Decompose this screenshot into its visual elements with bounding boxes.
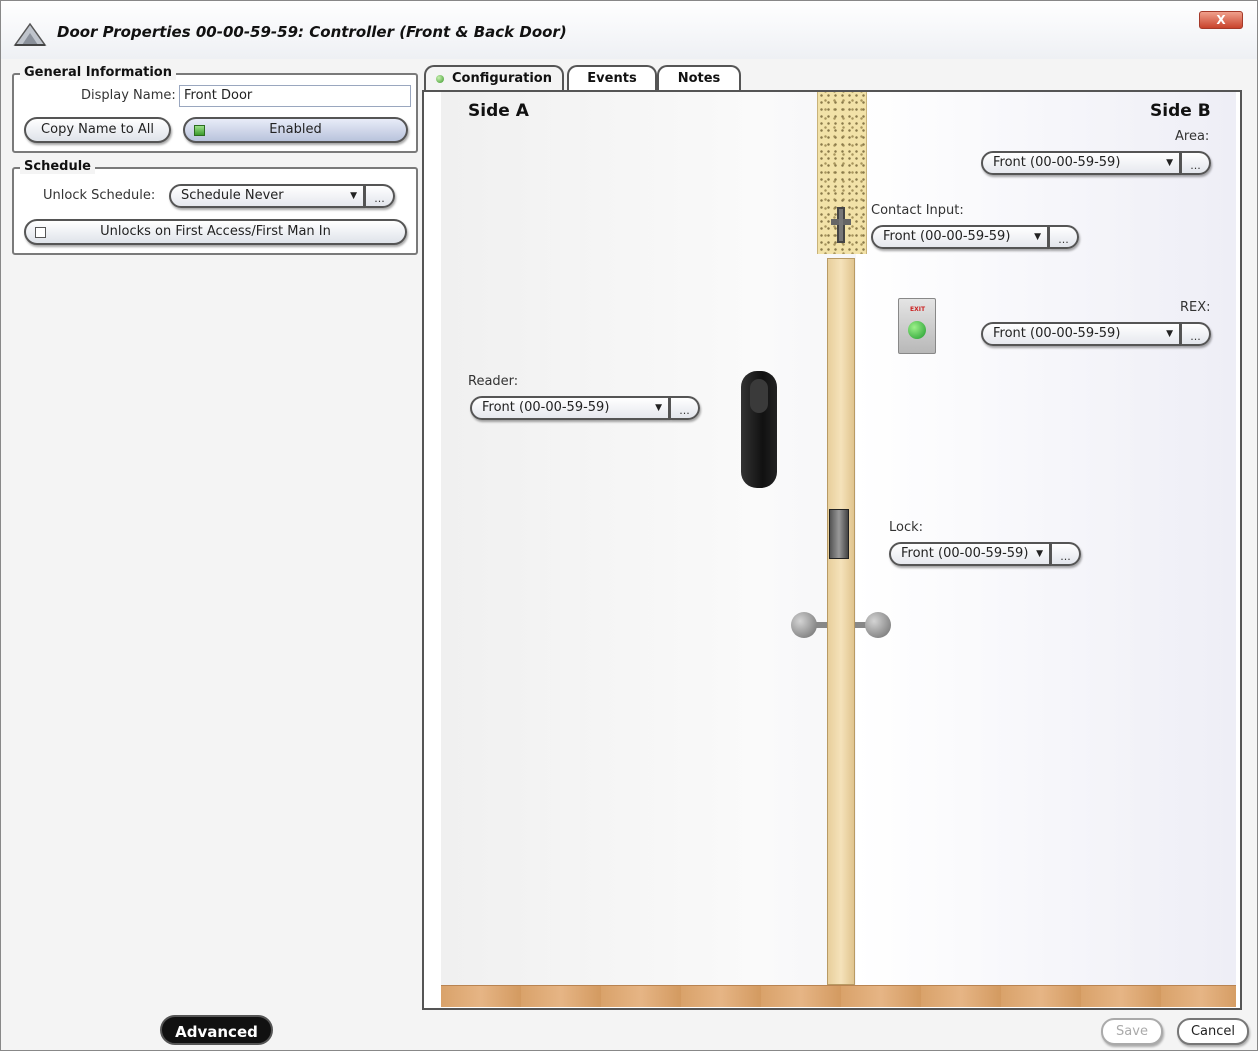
contact-input-label: Contact Input: <box>871 203 964 218</box>
first-access-checkbox-icon <box>35 227 46 238</box>
rex-plate-text: EXIT <box>910 306 926 313</box>
save-button[interactable]: Save <box>1101 1018 1163 1045</box>
status-dot-icon <box>436 74 445 83</box>
title-bar: Door Properties 00-00-59-59: Controller … <box>1 1 1257 59</box>
lock-strike-icon <box>829 509 849 559</box>
tab-events-label: Events <box>587 71 637 86</box>
close-button[interactable]: X <box>1199 11 1243 29</box>
tab-configuration-label: Configuration <box>452 71 552 86</box>
advanced-button[interactable]: Advanced <box>160 1015 273 1045</box>
area-value: Front (00-00-59-59) <box>993 155 1121 170</box>
rex-label: REX: <box>1180 300 1211 315</box>
card-reader-icon <box>741 371 777 488</box>
unlock-schedule-value: Schedule Never <box>181 188 284 203</box>
floor <box>441 985 1236 1007</box>
enabled-toggle[interactable]: Enabled <box>183 117 408 143</box>
chevron-down-icon: ▼ <box>350 191 357 201</box>
unlock-schedule-browse-button[interactable]: ... <box>365 184 395 208</box>
chevron-down-icon: ▼ <box>1166 158 1173 168</box>
general-information-legend: General Information <box>20 65 176 80</box>
unlocks-on-first-access-toggle[interactable]: Unlocks on First Access/First Man In <box>24 219 407 245</box>
rex-browse-button[interactable]: ... <box>1181 322 1211 346</box>
reader-label: Reader: <box>468 374 519 389</box>
enabled-checkbox-icon <box>194 125 205 136</box>
rex-dropdown[interactable]: Front (00-00-59-59) ▼ <box>981 322 1181 346</box>
area-browse-button[interactable]: ... <box>1181 151 1211 175</box>
schedule-legend: Schedule <box>20 159 95 174</box>
reader-browse-button[interactable]: ... <box>670 396 700 420</box>
tab-events[interactable]: Events <box>567 65 657 91</box>
door-knob-side-a-icon <box>791 612 817 638</box>
unlock-schedule-label: Unlock Schedule: <box>43 188 156 203</box>
contact-input-dropdown[interactable]: Front (00-00-59-59) ▼ <box>871 225 1049 249</box>
side-b-title: Side B <box>1150 101 1211 121</box>
door-knob-side-b-icon <box>865 612 891 638</box>
reader-value: Front (00-00-59-59) <box>482 400 610 415</box>
tab-notes[interactable]: Notes <box>657 65 741 91</box>
chevron-down-icon: ▼ <box>1166 329 1173 339</box>
tab-configuration[interactable]: Configuration <box>424 65 564 91</box>
first-access-label: Unlocks on First Access/First Man In <box>100 224 331 239</box>
lock-browse-button[interactable]: ... <box>1051 542 1081 566</box>
app-logo-icon <box>13 22 47 46</box>
contact-sensor-icon <box>831 207 851 243</box>
lock-dropdown[interactable]: Front (00-00-59-59) ▼ <box>889 542 1051 566</box>
enabled-label: Enabled <box>269 122 322 137</box>
cancel-button[interactable]: Cancel <box>1177 1018 1249 1045</box>
door <box>827 258 855 985</box>
unlock-schedule-dropdown[interactable]: Schedule Never ▼ <box>169 184 365 208</box>
reader-dropdown[interactable]: Front (00-00-59-59) ▼ <box>470 396 670 420</box>
window-title: Door Properties 00-00-59-59: Controller … <box>57 23 567 41</box>
chevron-down-icon: ▼ <box>1034 232 1041 242</box>
chevron-down-icon: ▼ <box>655 403 662 413</box>
rex-button-icon <box>908 321 926 339</box>
chevron-down-icon: ▼ <box>1036 549 1043 559</box>
display-name-label: Display Name: <box>81 88 176 103</box>
lock-label: Lock: <box>889 520 924 535</box>
copy-name-to-all-button[interactable]: Copy Name to All <box>24 117 171 143</box>
contact-input-value: Front (00-00-59-59) <box>883 229 1011 244</box>
display-name-input[interactable]: Front Door <box>179 85 411 107</box>
door-properties-window: Door Properties 00-00-59-59: Controller … <box>0 0 1258 1051</box>
contact-input-browse-button[interactable]: ... <box>1049 225 1079 249</box>
area-dropdown[interactable]: Front (00-00-59-59) ▼ <box>981 151 1181 175</box>
lock-value: Front (00-00-59-59) <box>901 546 1029 561</box>
area-label: Area: <box>1175 129 1210 144</box>
tab-notes-label: Notes <box>677 71 721 86</box>
rex-value: Front (00-00-59-59) <box>993 326 1121 341</box>
side-a-title: Side A <box>468 101 529 121</box>
